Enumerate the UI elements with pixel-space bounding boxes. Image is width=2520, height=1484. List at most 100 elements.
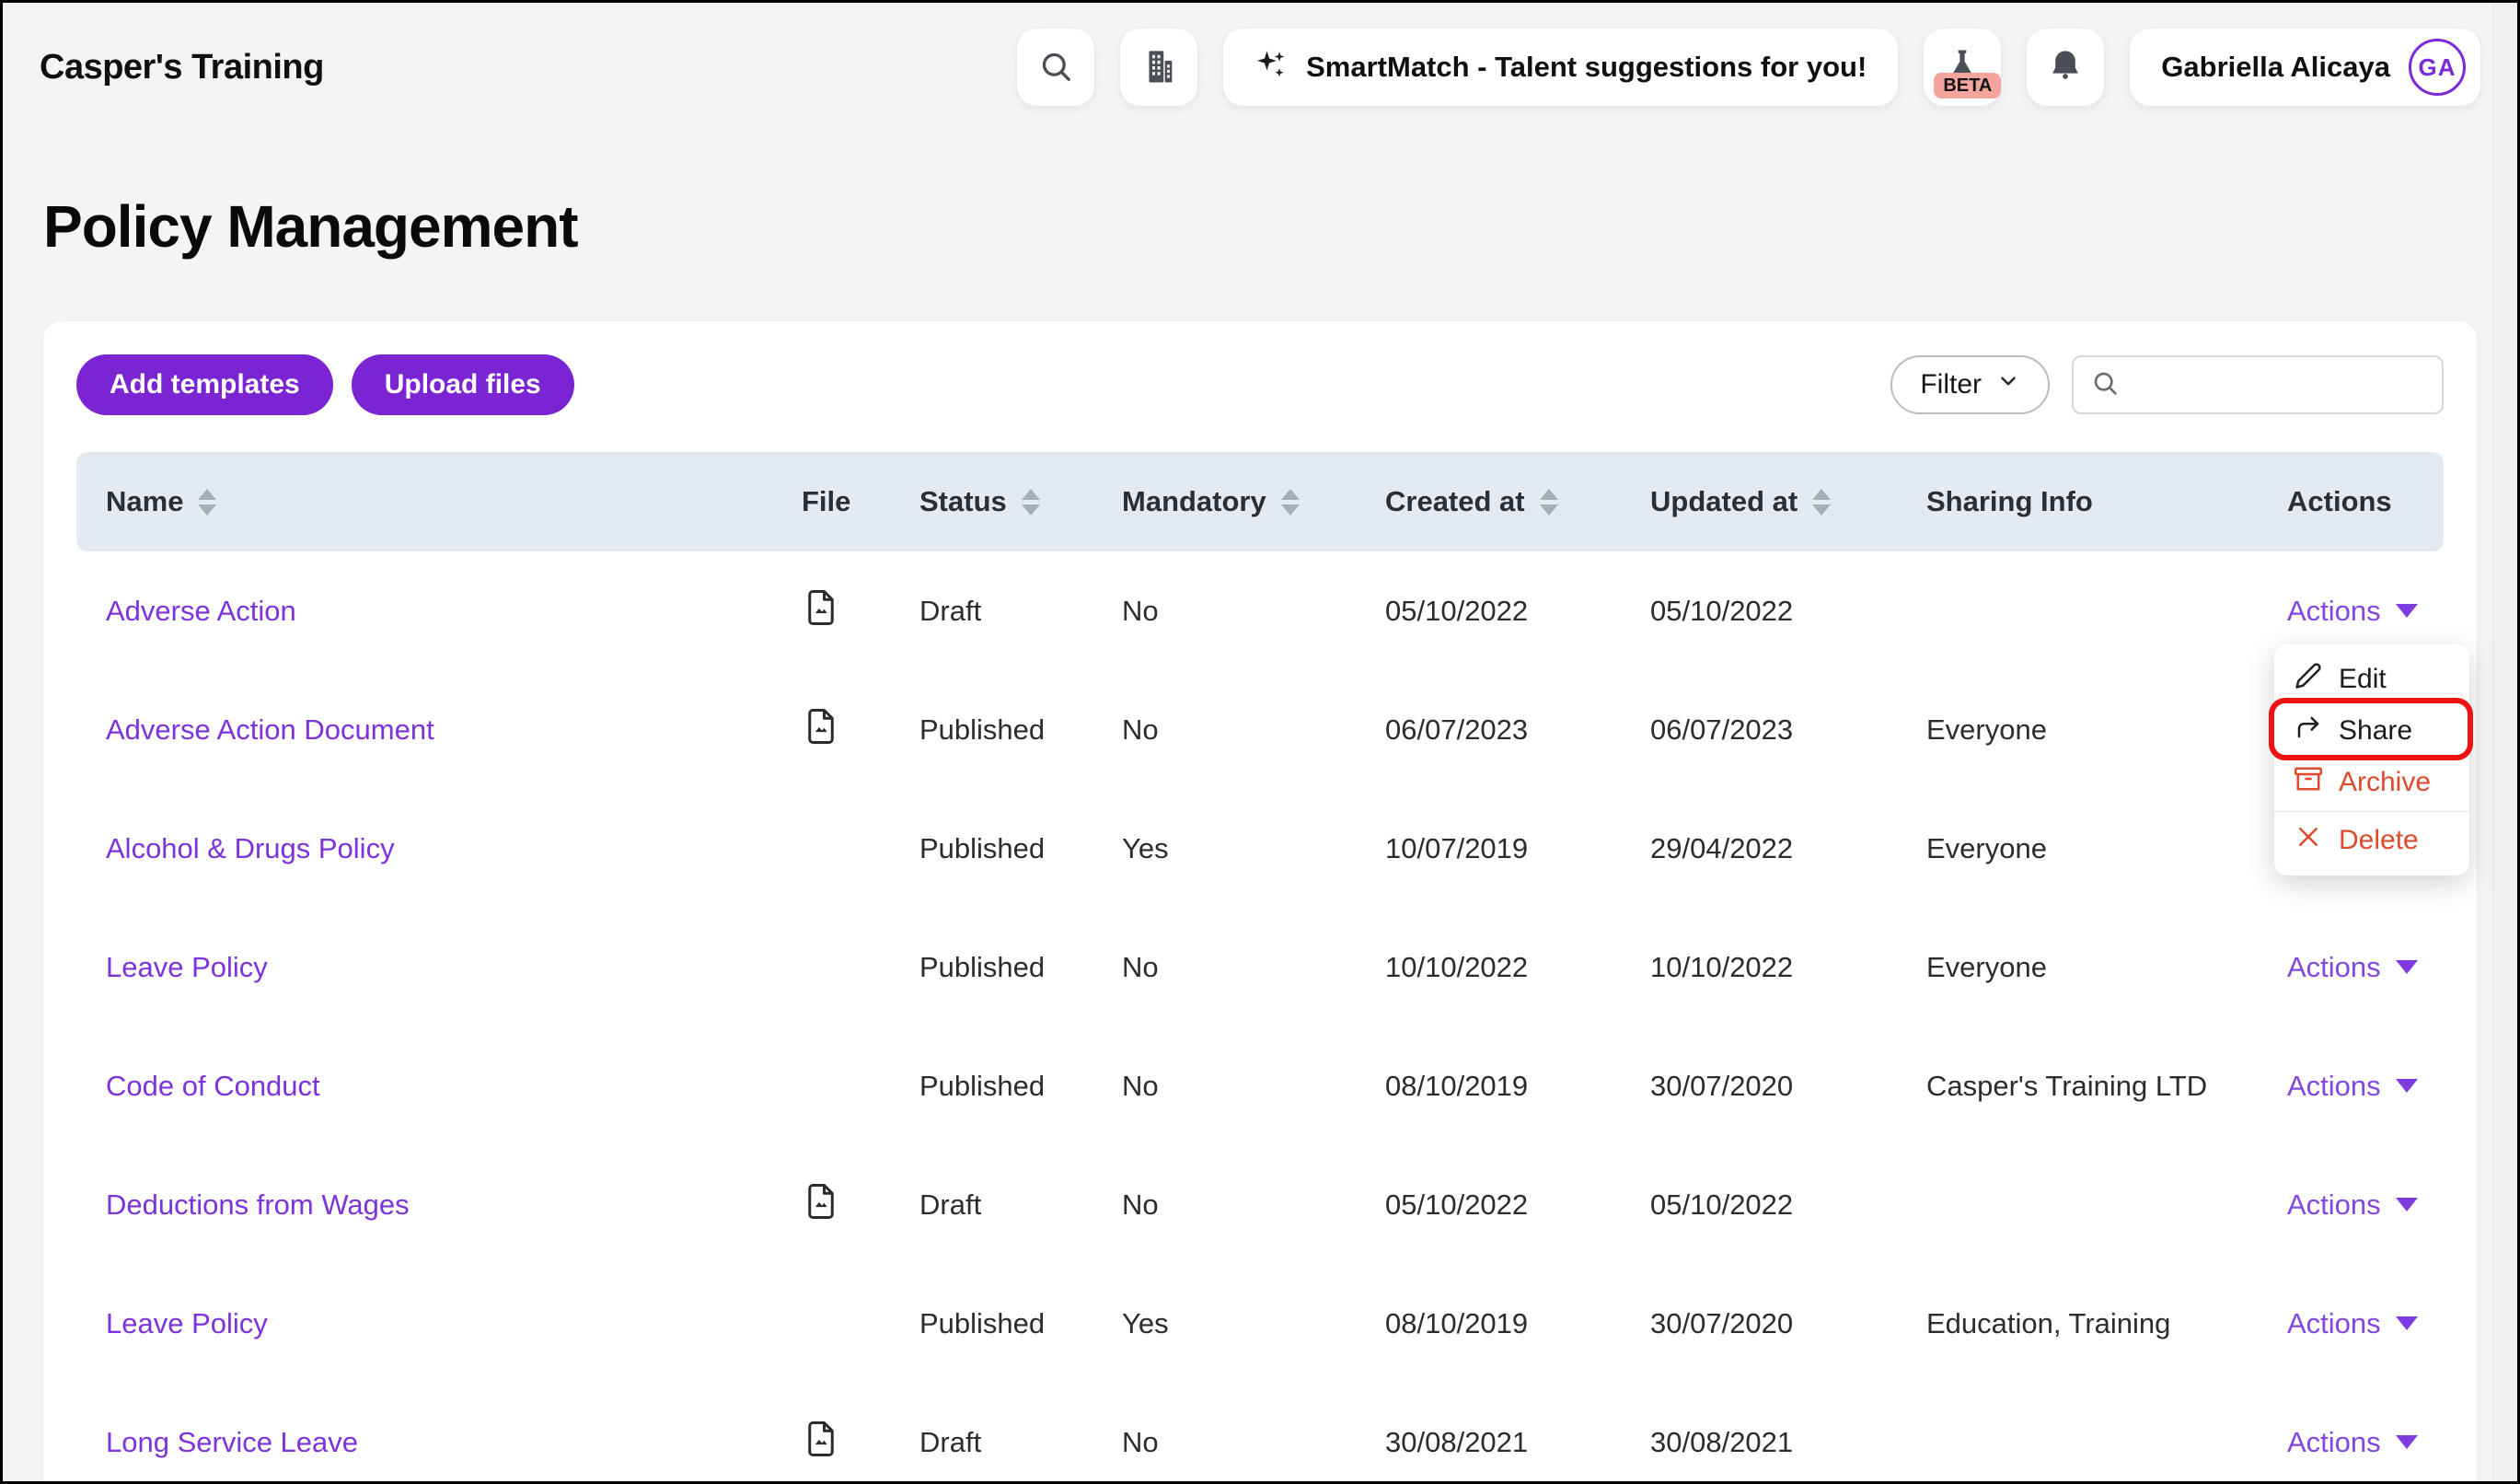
menu-item-delete[interactable]: Delete [2274, 815, 2469, 866]
mandatory-cell: No [1122, 713, 1159, 746]
column-header[interactable]: Status [919, 485, 1122, 518]
sparkles-icon [1254, 47, 1288, 87]
row-actions-trigger[interactable]: Actions [2287, 951, 2418, 984]
status-cell: Published [919, 1306, 1046, 1339]
mandatory-cell: No [1122, 950, 1159, 983]
sharing-info-cell: Casper's Training LTD [1926, 1069, 2208, 1102]
labs-beta-button[interactable]: BETA [1924, 29, 2002, 106]
triangle-down-icon [2395, 960, 2418, 975]
table-row: Alcohol & Drugs Policy Published Yes 10/… [76, 789, 2444, 908]
policy-name-link[interactable]: Code of Conduct [106, 1070, 320, 1102]
actions-trigger-label: Actions [2287, 1069, 2381, 1102]
pencil-icon [2295, 662, 2322, 697]
search-input[interactable] [2131, 369, 2425, 401]
menu-item-archive[interactable]: Archive [2274, 757, 2469, 808]
policy-name-link[interactable]: Adverse Action [106, 595, 296, 627]
scrollbar[interactable] [2492, 3, 2517, 1481]
actions-trigger-label: Actions [2287, 1188, 2381, 1221]
app-window: Casper's Training SmartMatch - Talent su… [0, 0, 2520, 1484]
menu-item-share[interactable]: Share [2274, 705, 2469, 757]
filter-label: Filter [1920, 369, 1982, 400]
file-icon [802, 1182, 840, 1221]
table-header: Name File Status Mandatory Created at Up… [76, 452, 2444, 552]
updated-at-cell: 30/08/2021 [1650, 1425, 1794, 1458]
row-actions-trigger[interactable]: Actions [2287, 1188, 2418, 1222]
mandatory-cell: Yes [1122, 1306, 1169, 1339]
column-header-label: Status [919, 485, 1007, 518]
search-icon [2090, 368, 2120, 402]
sort-icon[interactable] [198, 488, 217, 516]
table-row: Adverse Action Draft No 05/10/2022 05/10… [76, 551, 2444, 670]
notifications-button[interactable] [2027, 29, 2105, 106]
menu-item-label: Archive [2339, 767, 2432, 797]
table-row: Leave Policy Published Yes 08/10/2019 30… [76, 1264, 2444, 1383]
page-title: Policy Management [43, 193, 579, 260]
search-icon [1037, 48, 1074, 87]
row-actions-trigger[interactable]: Actions [2287, 595, 2418, 628]
created-at-cell: 30/08/2021 [1385, 1425, 1529, 1458]
triangle-down-icon [2395, 1198, 2418, 1212]
created-at-cell: 05/10/2022 [1385, 594, 1529, 627]
policy-name-link[interactable]: Deductions from Wages [106, 1188, 410, 1221]
column-header[interactable]: Created at [1385, 485, 1650, 518]
updated-at-cell: 05/10/2022 [1650, 594, 1794, 627]
created-at-cell: 08/10/2019 [1385, 1069, 1529, 1102]
global-search-button[interactable] [1017, 29, 1095, 106]
table-row: Code of Conduct Published No 08/10/2019 … [76, 1026, 2444, 1145]
policy-name-link[interactable]: Adverse Action Document [106, 713, 434, 746]
created-at-cell: 05/10/2022 [1385, 1188, 1529, 1221]
mandatory-cell: No [1122, 1069, 1159, 1102]
triangle-down-icon [2395, 604, 2418, 619]
triangle-down-icon [2395, 1079, 2418, 1094]
triangle-down-icon [2395, 1316, 2418, 1331]
sort-icon[interactable] [1812, 488, 1832, 516]
created-at-cell: 08/10/2019 [1385, 1306, 1529, 1339]
column-header[interactable]: Name [106, 485, 802, 518]
row-actions-trigger[interactable]: Actions [2287, 1307, 2418, 1340]
policy-name-link[interactable]: Leave Policy [106, 951, 268, 983]
column-header-label: Sharing Info [1926, 485, 2093, 518]
updated-at-cell: 30/07/2020 [1650, 1069, 1794, 1102]
column-header[interactable]: Actions [2287, 485, 2414, 518]
column-header[interactable]: Mandatory [1122, 485, 1385, 518]
policy-name-link[interactable]: Alcohol & Drugs Policy [106, 832, 395, 864]
row-actions-trigger[interactable]: Actions [2287, 1070, 2418, 1103]
menu-divider [2274, 811, 2469, 812]
actions-trigger-label: Actions [2287, 594, 2381, 627]
topbar: Casper's Training SmartMatch - Talent su… [3, 3, 2517, 106]
updated-at-cell: 29/04/2022 [1650, 831, 1794, 864]
organisation-button[interactable] [1120, 29, 1198, 106]
row-actions-trigger[interactable]: Actions [2287, 1426, 2418, 1459]
x-icon [2295, 823, 2322, 858]
status-cell: Published [919, 950, 1046, 983]
created-at-cell: 06/07/2023 [1385, 713, 1529, 746]
sort-icon[interactable] [1280, 488, 1300, 516]
filter-button[interactable]: Filter [1890, 355, 2050, 415]
upload-files-button[interactable]: Upload files [351, 354, 574, 416]
add-templates-button[interactable]: Add templates [76, 354, 333, 416]
smartmatch-button[interactable]: SmartMatch - Talent suggestions for you! [1223, 29, 1899, 106]
column-header[interactable]: Updated at [1650, 485, 1926, 518]
sort-icon[interactable] [1021, 488, 1040, 516]
actions-trigger-label: Actions [2287, 950, 2381, 983]
topbar-actions: SmartMatch - Talent suggestions for you!… [1017, 29, 2480, 106]
table-row: Leave Policy Published No 10/10/2022 10/… [76, 908, 2444, 1026]
menu-item-label: Share [2339, 715, 2413, 746]
column-header-label: Name [106, 485, 184, 518]
status-cell: Published [919, 1069, 1046, 1102]
menu-item-label: Delete [2339, 825, 2419, 855]
policy-name-link[interactable]: Long Service Leave [106, 1426, 358, 1458]
policy-name-link[interactable]: Leave Policy [106, 1307, 268, 1339]
bell-icon [2047, 48, 2084, 87]
column-header[interactable]: Sharing Info [1926, 485, 2287, 518]
file-icon [802, 707, 840, 746]
column-header[interactable]: File [802, 485, 919, 518]
sort-icon[interactable] [1539, 488, 1558, 516]
mandatory-cell: No [1122, 1425, 1159, 1458]
menu-item-edit[interactable]: Edit [2274, 654, 2469, 705]
mandatory-cell: No [1122, 1188, 1159, 1221]
user-menu-button[interactable]: Gabriella Alicaya GA [2130, 29, 2480, 106]
sharing-info-cell: Education, Training [1926, 1306, 2171, 1339]
user-name: Gabriella Alicaya [2161, 51, 2390, 83]
actions-menu: Edit Share Archive Delete [2274, 644, 2469, 875]
